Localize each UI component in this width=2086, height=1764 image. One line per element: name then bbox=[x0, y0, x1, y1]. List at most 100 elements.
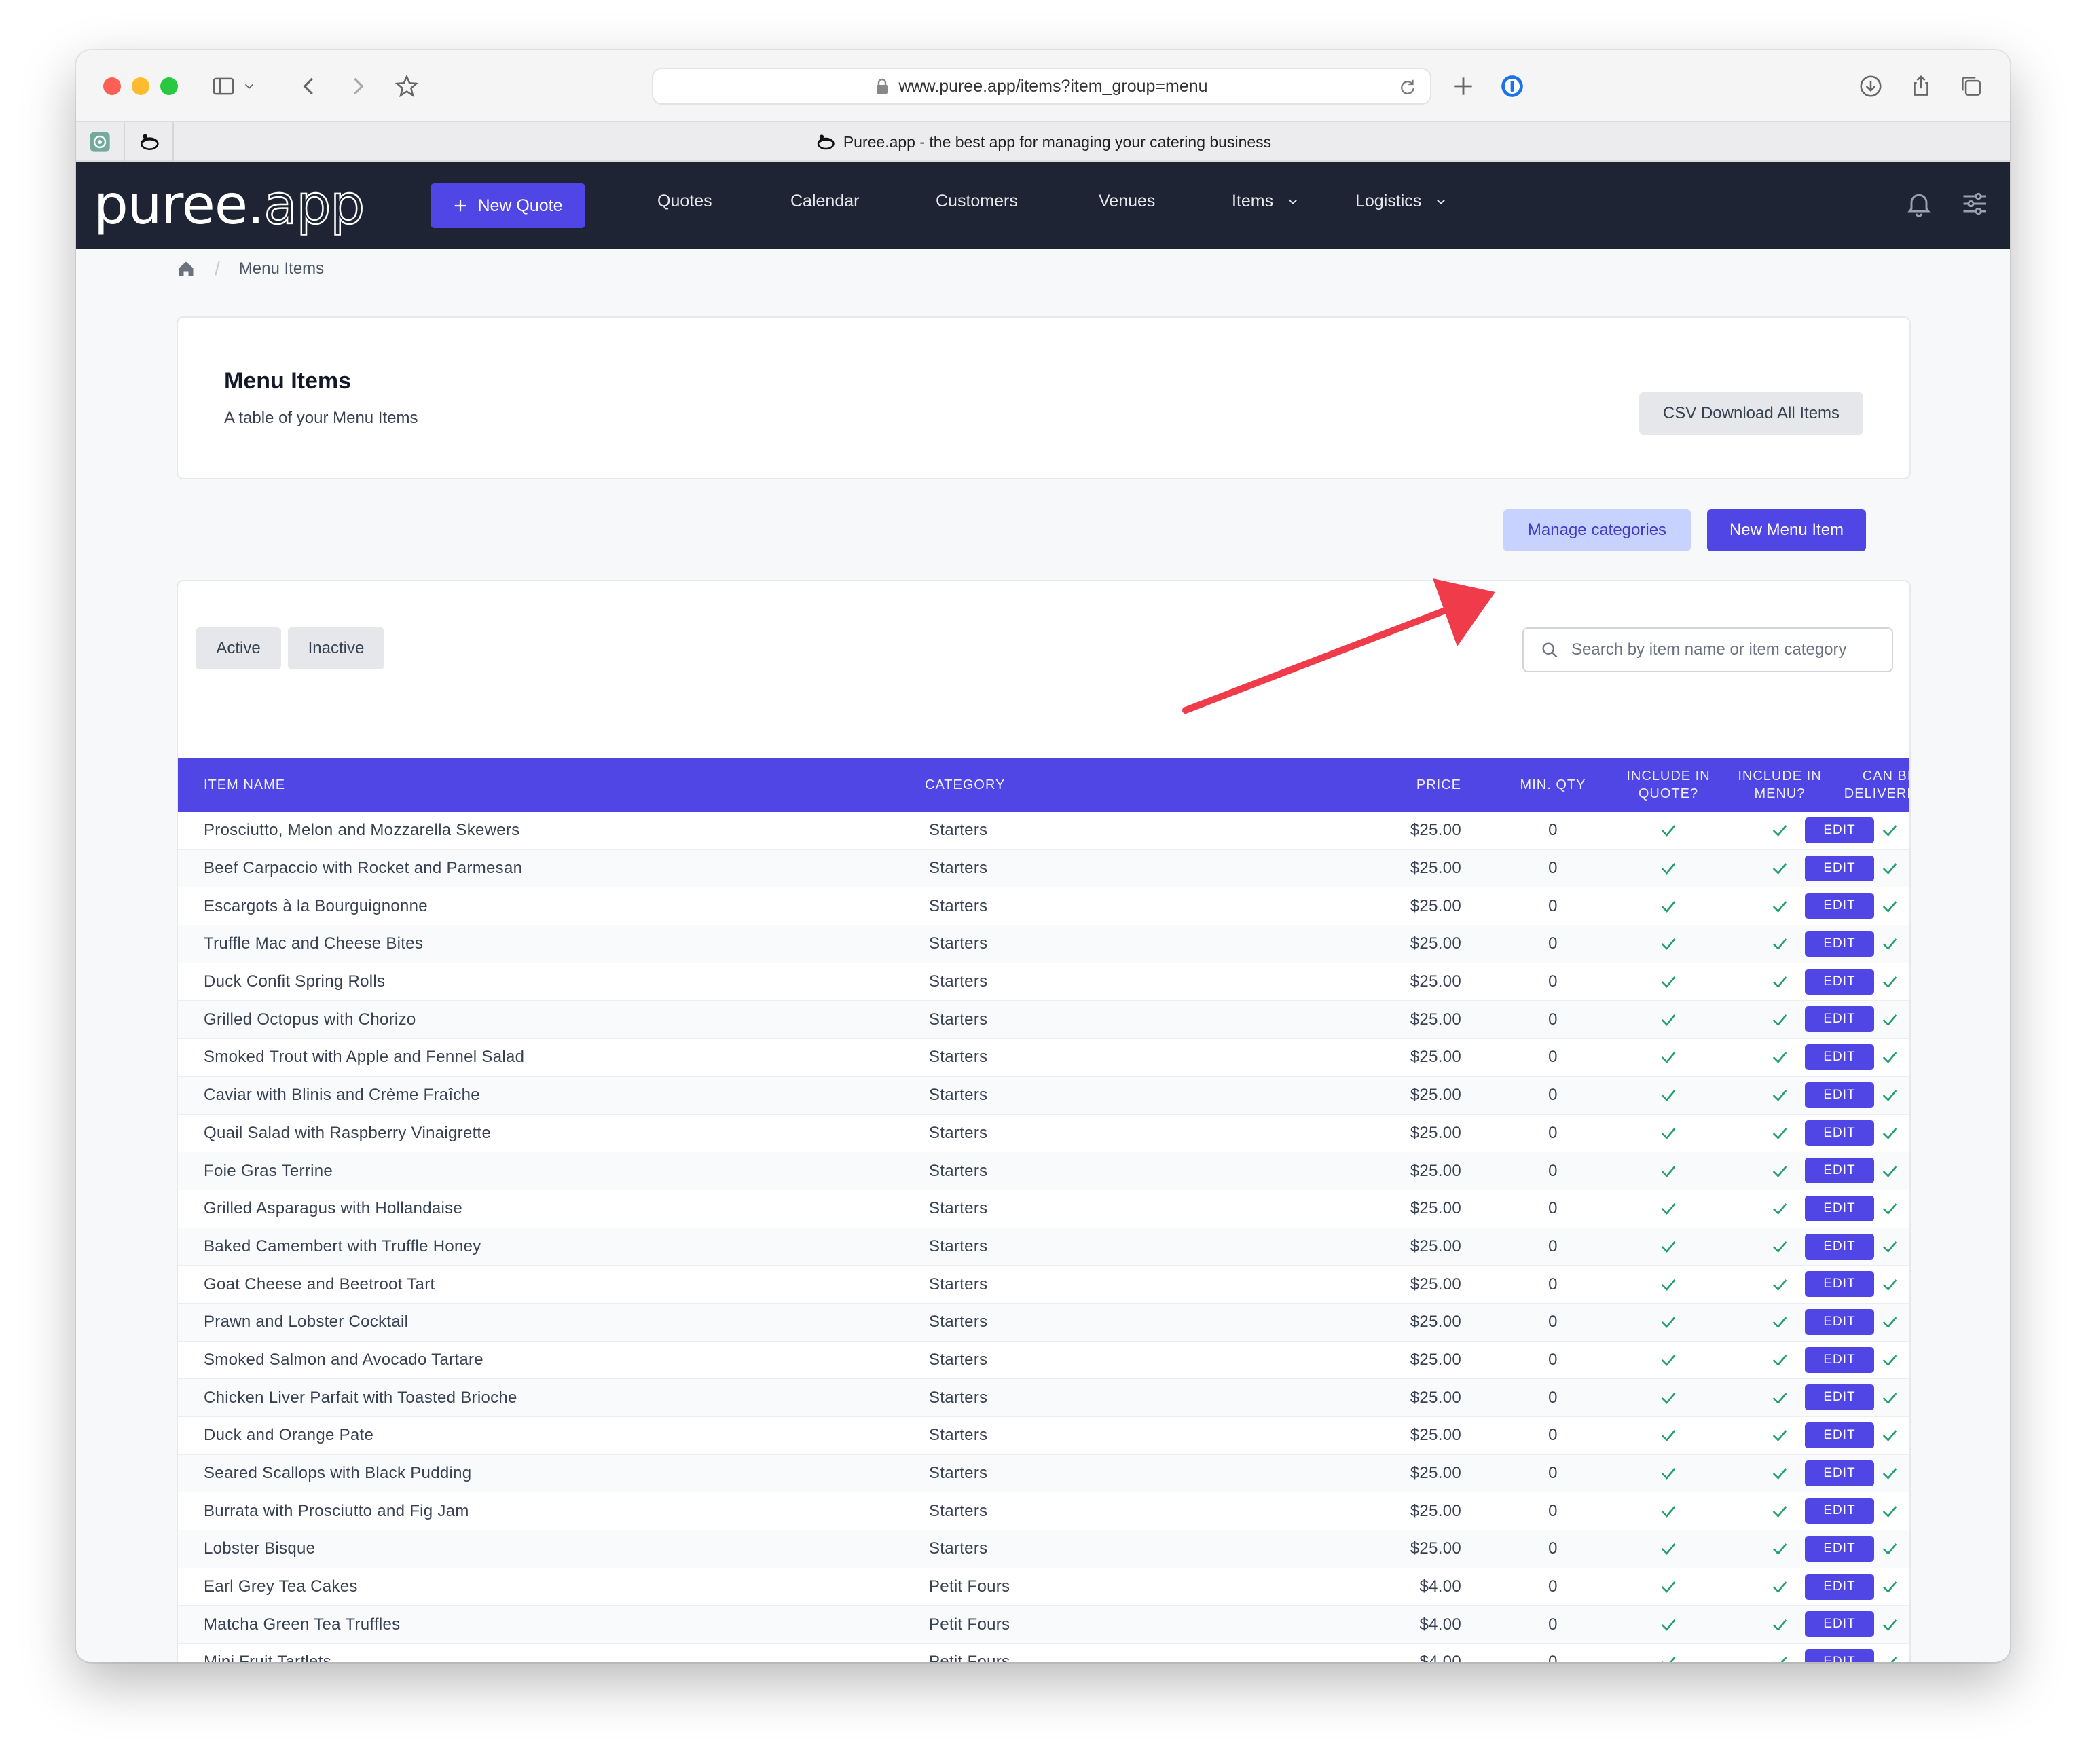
nav-items[interactable]: Items bbox=[1232, 191, 1300, 211]
nav-calendar[interactable]: Calendar bbox=[790, 191, 859, 211]
checkmark-icon bbox=[1772, 1505, 1787, 1518]
brand-logo[interactable]: puree.app bbox=[94, 173, 365, 236]
edit-button[interactable]: EDIT bbox=[1805, 1271, 1874, 1298]
cell-category: Starters bbox=[929, 934, 988, 953]
password-manager-icon[interactable] bbox=[1495, 69, 1529, 103]
checkmark-icon bbox=[1882, 1543, 1897, 1556]
edit-button[interactable]: EDIT bbox=[1805, 1308, 1874, 1335]
bookmark-star-icon[interactable] bbox=[390, 69, 424, 103]
new-quote-button[interactable]: New Quote bbox=[431, 183, 585, 228]
edit-button[interactable]: EDIT bbox=[1805, 1611, 1874, 1638]
col-include-quote-line2: QUOTE? bbox=[1638, 786, 1699, 801]
search-input[interactable] bbox=[1570, 640, 1869, 660]
edit-button[interactable]: EDIT bbox=[1805, 931, 1874, 957]
cell-category: Starters bbox=[929, 1539, 988, 1558]
checkmark-icon bbox=[1882, 1052, 1897, 1064]
edit-button[interactable]: EDIT bbox=[1805, 1346, 1874, 1373]
cell-category: Starters bbox=[929, 1048, 988, 1067]
edit-button[interactable]: EDIT bbox=[1805, 1536, 1874, 1562]
back-icon[interactable] bbox=[292, 69, 326, 103]
checkmark-icon bbox=[1882, 1392, 1897, 1404]
edit-button[interactable]: EDIT bbox=[1805, 1158, 1874, 1184]
settings-sliders-icon[interactable] bbox=[1960, 189, 1990, 219]
nav-items-label: Items bbox=[1232, 191, 1274, 210]
chevron-down-icon bbox=[1437, 199, 1446, 204]
edit-button[interactable]: EDIT bbox=[1805, 1422, 1874, 1448]
nav-venues[interactable]: Venues bbox=[1099, 191, 1155, 211]
filter-inactive-button[interactable]: Inactive bbox=[288, 627, 384, 669]
home-icon[interactable] bbox=[177, 259, 196, 278]
edit-button[interactable]: EDIT bbox=[1805, 1044, 1874, 1071]
edit-button[interactable]: EDIT bbox=[1805, 1082, 1874, 1108]
active-tab[interactable]: Puree.app - the best app for managing yo… bbox=[76, 122, 2010, 162]
new-tab-icon[interactable] bbox=[1446, 69, 1480, 103]
table-row: Beef Carpaccio with Rocket and Parmesan S… bbox=[178, 849, 1909, 888]
lock-icon bbox=[877, 78, 888, 94]
edit-button[interactable]: EDIT bbox=[1805, 968, 1874, 995]
filter-active-button[interactable]: Active bbox=[196, 627, 281, 669]
checkmark-icon bbox=[1884, 1657, 1897, 1662]
checkmark-icon bbox=[1661, 900, 1676, 913]
pinned-tab-chatgpt[interactable] bbox=[76, 122, 125, 162]
checkmark-icon bbox=[1661, 1317, 1676, 1329]
table-row: Truffle Mac and Cheese Bites Starters $25.… bbox=[178, 925, 1909, 963]
new-menu-item-button[interactable]: New Menu Item bbox=[1707, 509, 1866, 551]
tab-overview-icon[interactable] bbox=[1954, 69, 1988, 103]
sidebar-toggle-icon[interactable] bbox=[206, 69, 240, 103]
nav-logistics-label: Logistics bbox=[1355, 191, 1422, 210]
cell-price: $25.00 bbox=[1410, 1086, 1461, 1105]
col-item-name[interactable]: ITEM NAME bbox=[204, 758, 285, 812]
col-price[interactable]: PRICE bbox=[1278, 758, 1461, 812]
reload-icon[interactable] bbox=[1397, 77, 1418, 98]
share-icon[interactable] bbox=[1904, 69, 1938, 103]
nav-logistics[interactable]: Logistics bbox=[1355, 191, 1448, 211]
chevron-down-icon[interactable] bbox=[239, 69, 259, 103]
search-box bbox=[1522, 627, 1893, 672]
forward-icon[interactable] bbox=[341, 69, 375, 103]
cell-item-name: Grilled Octopus with Chorizo bbox=[204, 1010, 416, 1029]
edit-button[interactable]: EDIT bbox=[1805, 1649, 1874, 1662]
csv-download-button[interactable]: CSV Download All Items bbox=[1639, 392, 1863, 435]
edit-button[interactable]: EDIT bbox=[1805, 1006, 1874, 1033]
edit-button[interactable]: EDIT bbox=[1805, 1460, 1874, 1486]
nav-quotes[interactable]: Quotes bbox=[657, 191, 712, 211]
cell-item-name: Mini Fruit Tartlets bbox=[204, 1653, 331, 1662]
edit-button[interactable]: EDIT bbox=[1805, 1195, 1874, 1221]
annotation-arrow bbox=[1182, 578, 1495, 714]
cell-price: $25.00 bbox=[1410, 934, 1461, 953]
pinned-tab-puree[interactable] bbox=[125, 122, 174, 162]
edit-button[interactable]: EDIT bbox=[1805, 817, 1874, 843]
browser-window: www.puree.app/items?item_group=menu Pure bbox=[76, 50, 2010, 1662]
nav-customers[interactable]: Customers bbox=[936, 191, 1018, 211]
edit-button[interactable]: EDIT bbox=[1805, 1233, 1874, 1260]
cell-item-name: Escargots à la Bourguignonne bbox=[204, 896, 428, 915]
cell-price: $25.00 bbox=[1410, 896, 1461, 915]
edit-button[interactable]: EDIT bbox=[1805, 1573, 1874, 1600]
bell-icon[interactable] bbox=[1904, 189, 1934, 219]
edit-button[interactable]: EDIT bbox=[1805, 1120, 1874, 1146]
nav-calendar-label: Calendar bbox=[790, 191, 860, 210]
table-row: Grilled Asparagus with Hollandaise Starte… bbox=[178, 1190, 1909, 1228]
cell-item-name: Seared Scallops with Black Pudding bbox=[204, 1464, 472, 1483]
cell-category: Petit Fours bbox=[929, 1653, 1010, 1662]
edit-button[interactable]: EDIT bbox=[1805, 893, 1874, 919]
col-category[interactable]: CATEGORY bbox=[925, 758, 1005, 812]
address-bar[interactable]: www.puree.app/items?item_group=menu bbox=[652, 68, 1431, 105]
col-can-be-delivered-line2: DELIVERED? bbox=[1844, 786, 1909, 801]
checkmark-icon bbox=[1882, 863, 1897, 875]
brand-text: puree. bbox=[94, 173, 264, 236]
cell-category: Starters bbox=[929, 1010, 988, 1029]
edit-button[interactable]: EDIT bbox=[1805, 1498, 1874, 1524]
cell-item-name: Duck Confit Spring Rolls bbox=[204, 972, 386, 991]
zoom-window-button[interactable] bbox=[160, 77, 178, 95]
downloads-icon[interactable] bbox=[1854, 69, 1888, 103]
col-can-be-delivered[interactable]: CAN BE DELIVERED? bbox=[1818, 758, 1909, 812]
puree-logo-icon bbox=[817, 134, 835, 150]
minimize-window-button[interactable] bbox=[132, 77, 149, 95]
table-row: Seared Scallops with Black Pudding Starte… bbox=[178, 1454, 1909, 1493]
edit-button[interactable]: EDIT bbox=[1805, 855, 1874, 881]
edit-button[interactable]: EDIT bbox=[1805, 1384, 1874, 1411]
table-row: Duck and Orange Pate Starters $25.00 0 EDIT bbox=[178, 1417, 1909, 1455]
close-window-button[interactable] bbox=[103, 77, 121, 95]
checkmark-icon bbox=[1882, 976, 1897, 988]
